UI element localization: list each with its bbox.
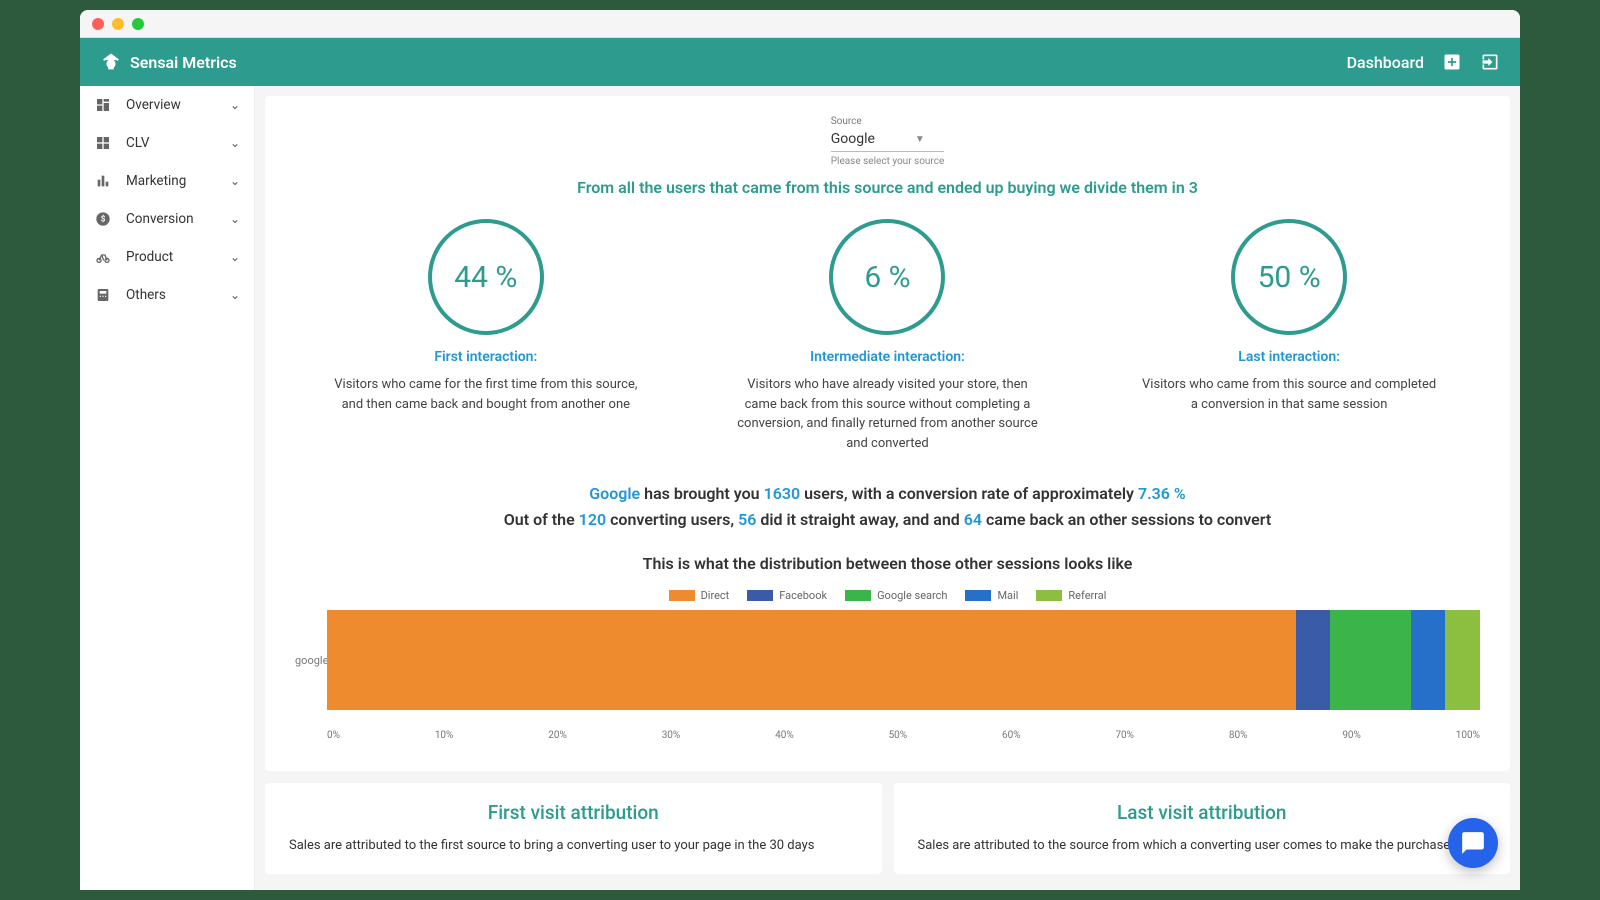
chevron-down-icon: ⌄: [230, 136, 240, 150]
bar-segment: [1330, 610, 1411, 710]
sidebar-item-overview[interactable]: Overview ⌄: [80, 86, 254, 124]
add-box-icon[interactable]: [1442, 52, 1462, 72]
sidebar-item-label: Others: [126, 287, 216, 303]
first-visit-attribution-card: First visit attribution Sales are attrib…: [265, 783, 882, 874]
circle-title: First interaction:: [326, 349, 646, 365]
distribution-chart: google: [295, 610, 1480, 710]
chart-legend: Direct Facebook Google search Mail Referral: [295, 589, 1480, 602]
chart-x-axis: 0%10%20%30%40%50%60%70%80%90%100%: [327, 730, 1480, 741]
chevron-down-icon: ⌄: [230, 212, 240, 226]
bar-segment: [1445, 610, 1480, 710]
main-content: Source Google ▼ Please select your sourc…: [255, 86, 1520, 890]
brand-label: Sensai Metrics: [130, 53, 237, 72]
bike-icon: [94, 248, 112, 266]
circle-title: Last interaction:: [1129, 349, 1449, 365]
brand-icon: [100, 51, 122, 73]
tagline: From all the users that came from this s…: [295, 178, 1480, 197]
circle-desc: Visitors who came for the first time fro…: [326, 375, 646, 414]
bar-chart-icon: [94, 172, 112, 190]
intermediate-interaction-col: 6 % Intermediate interaction: Visitors w…: [727, 219, 1047, 453]
sidebar-item-label: Conversion: [126, 211, 216, 227]
attrib-text: Sales are attributed to the first source…: [289, 836, 858, 856]
first-interaction-col: 44 % First interaction: Visitors who cam…: [326, 219, 646, 453]
legend-item[interactable]: Direct: [669, 589, 730, 602]
window-titlebar: [80, 10, 1520, 38]
chevron-down-icon: ⌄: [230, 250, 240, 264]
legend-item[interactable]: Facebook: [747, 589, 827, 602]
circle-desc: Visitors who came from this source and c…: [1129, 375, 1449, 414]
sidebar-item-label: CLV: [126, 135, 216, 151]
chevron-down-icon: ⌄: [230, 288, 240, 302]
sidebar-item-product[interactable]: Product ⌄: [80, 238, 254, 276]
sidebar-item-label: Marketing: [126, 173, 216, 189]
source-label: Source: [831, 116, 945, 127]
pct-circle: 50 %: [1231, 219, 1347, 335]
calculator-icon: [94, 286, 112, 304]
svg-text:$: $: [101, 215, 106, 224]
sidebar-item-conversion[interactable]: $ Conversion ⌄: [80, 200, 254, 238]
chevron-down-icon: ⌄: [230, 174, 240, 188]
dashboard-icon: [94, 96, 112, 114]
bar-segment: [1296, 610, 1331, 710]
attrib-text: Sales are attributed to the source from …: [918, 836, 1487, 856]
sidebar-item-marketing[interactable]: Marketing ⌄: [80, 162, 254, 200]
distribution-title: This is what the distribution between th…: [295, 554, 1480, 573]
sidebar-item-others[interactable]: Others ⌄: [80, 276, 254, 314]
circle-title: Intermediate interaction:: [727, 349, 1047, 365]
sidebar-item-clv[interactable]: CLV ⌄: [80, 124, 254, 162]
last-visit-attribution-card: Last visit attribution Sales are attribu…: [894, 783, 1511, 874]
sidebar-item-label: Overview: [126, 97, 216, 113]
logout-icon[interactable]: [1480, 52, 1500, 72]
attrib-title: Last visit attribution: [918, 801, 1487, 824]
interaction-stats: 44 % First interaction: Visitors who cam…: [295, 219, 1480, 453]
caret-down-icon: ▼: [915, 134, 925, 145]
chat-icon: [1460, 830, 1486, 856]
bar-segment: [327, 610, 1296, 710]
grid-icon: [94, 134, 112, 152]
legend-item[interactable]: Google search: [845, 589, 947, 602]
source-select[interactable]: Google ▼: [831, 127, 945, 152]
chart-ylabel: google: [295, 654, 327, 667]
sidebar-item-label: Product: [126, 249, 216, 265]
source-value: Google: [831, 131, 875, 147]
attribution-card: Source Google ▼ Please select your sourc…: [265, 96, 1510, 771]
stacked-bar: [327, 610, 1480, 710]
pct-circle: 44 %: [428, 219, 544, 335]
legend-item[interactable]: Referral: [1036, 589, 1106, 602]
pct-circle: 6 %: [829, 219, 945, 335]
dollar-icon: $: [94, 210, 112, 228]
attrib-title: First visit attribution: [289, 801, 858, 824]
dashboard-link[interactable]: Dashboard: [1347, 53, 1424, 72]
window-minimize-button[interactable]: [112, 18, 124, 30]
chat-widget-button[interactable]: [1448, 818, 1498, 868]
window-close-button[interactable]: [92, 18, 104, 30]
bar-segment: [1411, 610, 1446, 710]
source-hint: Please select your source: [831, 156, 945, 167]
summary-text: Google has brought you 1630 users, with …: [295, 481, 1480, 532]
app-header: Sensai Metrics Dashboard: [80, 38, 1520, 86]
brand: Sensai Metrics: [100, 51, 237, 73]
legend-item[interactable]: Mail: [965, 589, 1018, 602]
window-maximize-button[interactable]: [132, 18, 144, 30]
last-interaction-col: 50 % Last interaction: Visitors who came…: [1129, 219, 1449, 453]
sidebar: Overview ⌄ CLV ⌄ Marketing ⌄ $ Conversio…: [80, 86, 255, 890]
chevron-down-icon: ⌄: [230, 98, 240, 112]
circle-desc: Visitors who have already visited your s…: [727, 375, 1047, 453]
